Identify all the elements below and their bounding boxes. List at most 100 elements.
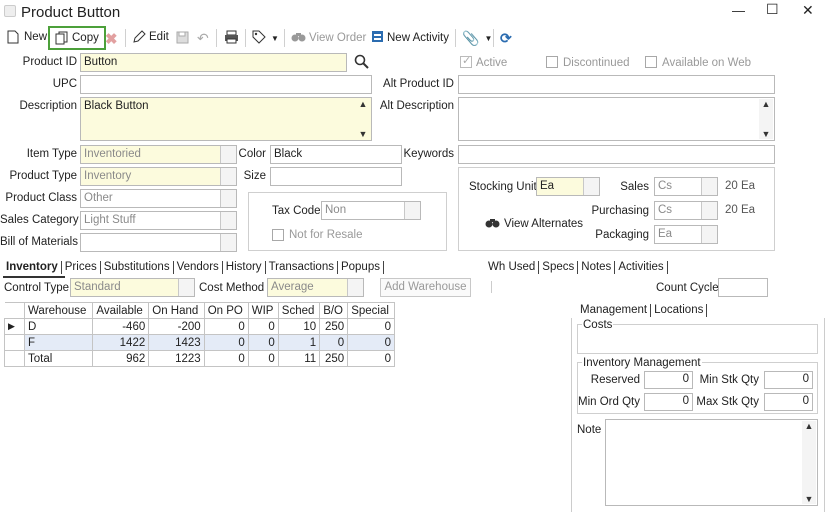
printer-icon: [224, 30, 239, 47]
table-row[interactable]: ▶ D -460 -200 0 0 10 250 0: [4, 318, 395, 335]
packaging-unit-select[interactable]: Ea: [654, 225, 718, 244]
cost-method-select[interactable]: Average: [267, 278, 364, 297]
delete-button[interactable]: ✖: [105, 30, 118, 48]
product-type-label: Product Type: [9, 170, 77, 182]
table-cell[interactable]: 10: [277, 318, 321, 335]
view-alternates-button[interactable]: View Alternates: [485, 216, 583, 231]
tab-substitutions[interactable]: Substitutions: [101, 261, 174, 274]
min-stk-qty-field[interactable]: 0: [764, 371, 813, 389]
color-label: Color: [238, 148, 266, 160]
column-header[interactable]: Special: [347, 302, 395, 319]
save-button[interactable]: [176, 31, 189, 47]
table-cell[interactable]: 0: [247, 318, 279, 335]
edit-button[interactable]: Edit: [132, 30, 169, 44]
packaging-unit-label: Packaging: [595, 229, 649, 241]
tax-code-select[interactable]: Non: [321, 201, 421, 220]
min-ord-qty-field[interactable]: 0: [644, 393, 693, 411]
product-id-field[interactable]: Button: [80, 53, 347, 72]
alt-product-id-field[interactable]: [458, 75, 775, 94]
table-cell[interactable]: 0: [347, 318, 395, 335]
color-field[interactable]: Black: [270, 145, 402, 164]
item-type-select[interactable]: Inventoried: [80, 145, 237, 164]
attachment-menu-button[interactable]: 📎 ▼: [462, 30, 492, 47]
column-header[interactable]: WIP: [247, 302, 279, 319]
tab-management[interactable]: Management: [577, 304, 652, 317]
max-stk-qty-label: Max Stk Qty: [696, 396, 759, 408]
table-cell[interactable]: D: [23, 318, 94, 335]
description-field[interactable]: Black Button ▲ ▼: [80, 97, 372, 141]
print-button[interactable]: [224, 30, 239, 47]
note-field[interactable]: ▲ ▼: [605, 419, 818, 506]
description-scrollbar[interactable]: ▲ ▼: [356, 99, 370, 139]
tab-vendors[interactable]: Vendors: [174, 261, 223, 274]
bom-select[interactable]: [80, 233, 237, 252]
table-cell[interactable]: 1422: [92, 334, 150, 351]
size-field[interactable]: [270, 167, 402, 186]
table-cell[interactable]: 0: [319, 334, 349, 351]
discontinued-checkbox[interactable]: [546, 56, 558, 68]
table-cell[interactable]: 0: [203, 318, 249, 335]
search-icon[interactable]: [354, 54, 369, 72]
table-cell[interactable]: 0: [347, 334, 395, 351]
tab-prices[interactable]: Prices: [62, 261, 101, 274]
tab-inventory[interactable]: Inventory: [3, 261, 62, 274]
note-scrollbar[interactable]: ▲ ▼: [802, 421, 816, 504]
column-header[interactable]: B/O: [319, 302, 349, 319]
view-order-button[interactable]: View Order: [291, 30, 366, 45]
tag-menu-button[interactable]: ▼: [252, 30, 279, 47]
dropdown-arrow-icon: [404, 202, 420, 219]
table-row[interactable]: F 1422 1423 0 0 1 0 0: [4, 334, 395, 351]
copy-button[interactable]: Copy: [48, 26, 106, 50]
available-web-checkbox[interactable]: [645, 56, 657, 68]
keywords-field[interactable]: [458, 145, 775, 164]
new-activity-button[interactable]: New Activity: [371, 30, 449, 46]
count-cycle-field[interactable]: [718, 278, 768, 297]
alt-description-scrollbar[interactable]: ▲ ▼: [759, 99, 773, 139]
inventory-management-label: Inventory Management: [582, 357, 702, 369]
dropdown-arrow-icon: [220, 146, 236, 163]
tab-popups[interactable]: Popups: [338, 261, 384, 274]
active-checkbox[interactable]: ✓: [460, 55, 472, 68]
tab-history[interactable]: History: [223, 261, 266, 274]
tab-specs[interactable]: Specs: [539, 261, 579, 274]
table-cell[interactable]: -460: [92, 318, 150, 335]
refresh-button[interactable]: ⟳: [500, 30, 512, 47]
table-cell: Total: [23, 350, 94, 367]
tab-activities[interactable]: Activities: [615, 261, 668, 274]
add-warehouse-button[interactable]: Add Warehouse: [380, 278, 471, 297]
tab-locations[interactable]: Locations: [651, 304, 708, 317]
table-cell[interactable]: 1: [277, 334, 321, 351]
table-cell[interactable]: 1423: [148, 334, 205, 351]
column-header[interactable]: On Hand: [148, 302, 205, 319]
column-header[interactable]: Warehouse: [23, 302, 94, 319]
tab-wh-used[interactable]: Wh Used: [485, 261, 540, 274]
not-for-resale-checkbox[interactable]: [272, 229, 284, 241]
column-header[interactable]: On PO: [203, 302, 249, 319]
column-header[interactable]: Sched: [277, 302, 321, 319]
toolbar-separator: [245, 29, 246, 47]
sales-category-select[interactable]: Light Stuff: [80, 211, 237, 230]
table-cell[interactable]: F: [23, 334, 94, 351]
product-type-select[interactable]: Inventory: [80, 167, 237, 186]
undo-button[interactable]: ↶: [197, 30, 209, 47]
tab-notes[interactable]: Notes: [578, 261, 616, 274]
table-cell[interactable]: 0: [203, 334, 249, 351]
new-button[interactable]: New: [7, 30, 47, 44]
stocking-unit-select[interactable]: Ea: [536, 177, 600, 196]
tab-transactions[interactable]: Transactions: [266, 261, 338, 274]
upc-field[interactable]: [80, 75, 372, 94]
table-cell[interactable]: 250: [319, 318, 349, 335]
table-cell[interactable]: 0: [247, 334, 279, 351]
alt-description-field[interactable]: ▲ ▼: [458, 97, 775, 141]
reserved-field[interactable]: 0: [644, 371, 693, 389]
control-type-select[interactable]: Standard: [70, 278, 195, 297]
max-stk-qty-field[interactable]: 0: [764, 393, 813, 411]
maximize-button[interactable]: ☐: [766, 1, 779, 18]
minimize-button[interactable]: —: [732, 3, 745, 18]
column-header[interactable]: Available: [92, 302, 150, 319]
product-class-select[interactable]: Other: [80, 189, 237, 208]
table-cell[interactable]: -200: [148, 318, 205, 335]
purchasing-unit-select[interactable]: Cs: [654, 201, 718, 220]
sales-unit-select[interactable]: Cs: [654, 177, 718, 196]
close-button[interactable]: ✕: [802, 2, 814, 19]
